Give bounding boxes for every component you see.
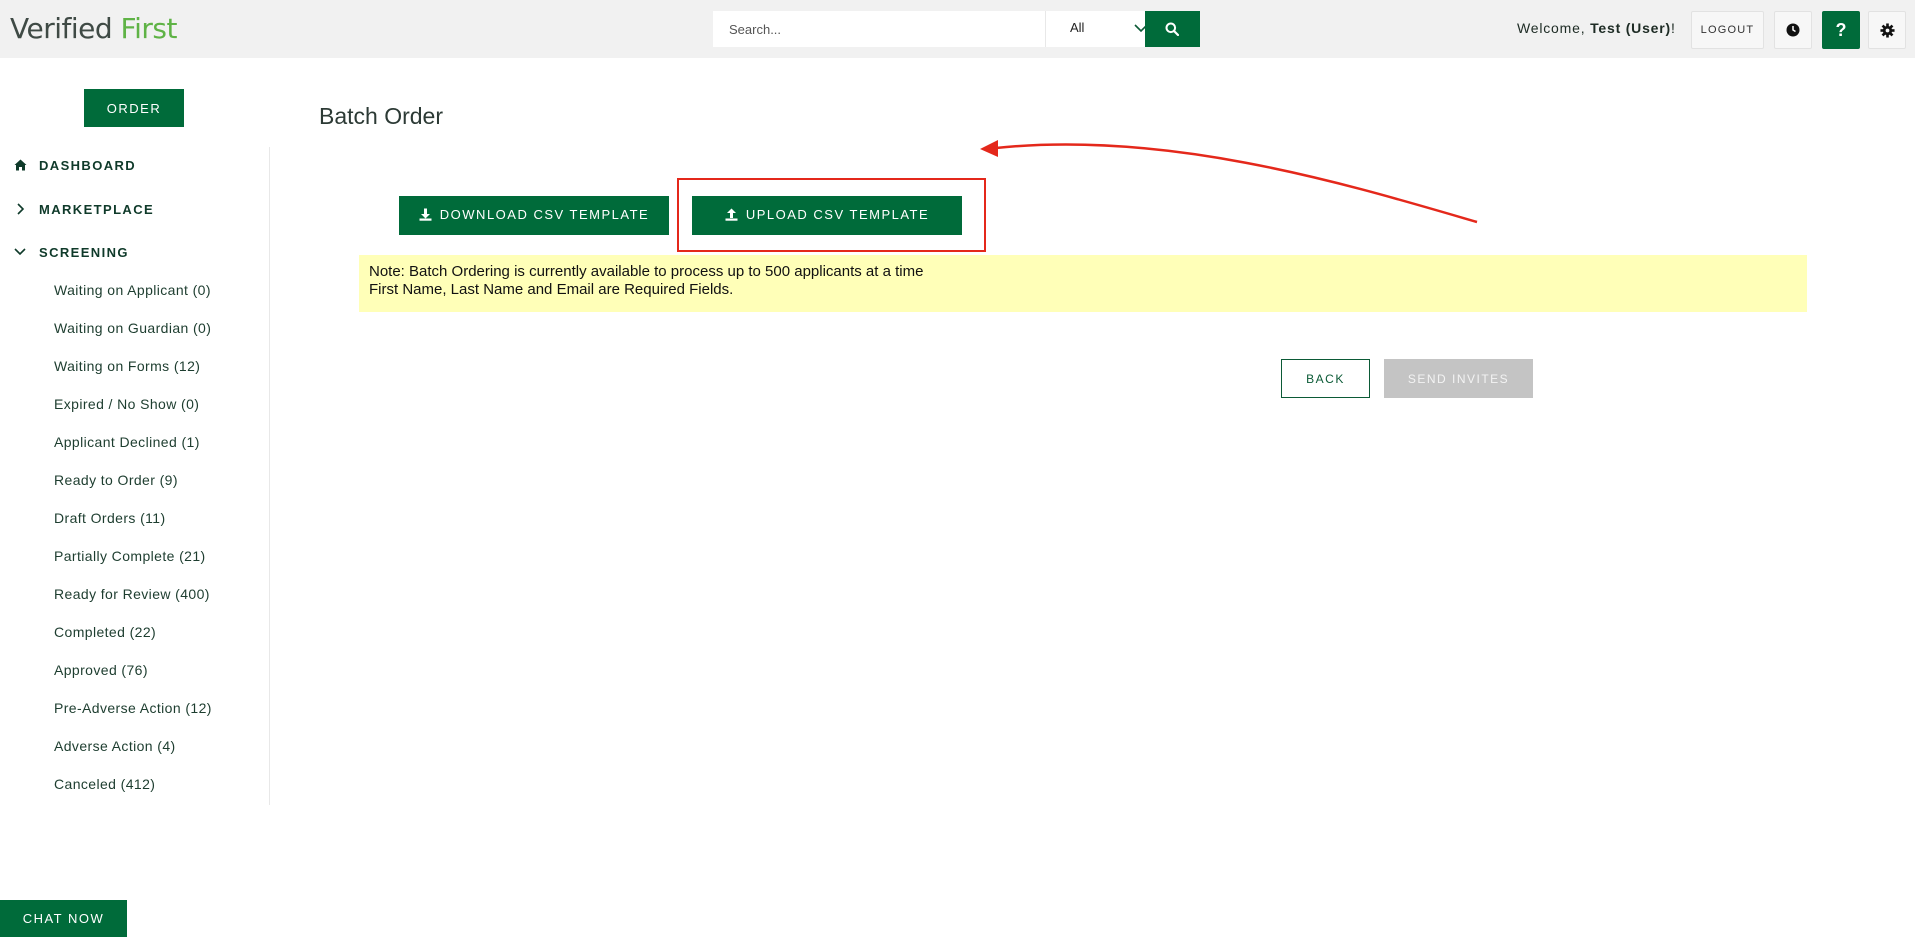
screening-item-waiting-on-forms[interactable]: Waiting on Forms (12): [54, 358, 200, 374]
download-icon: [419, 208, 432, 221]
history-button[interactable]: [1774, 11, 1812, 49]
back-button[interactable]: BACK: [1281, 359, 1370, 398]
screening-item-ready-for-review[interactable]: Ready for Review (400): [54, 586, 210, 602]
screening-item-ready-to-order[interactable]: Ready to Order (9): [54, 472, 178, 488]
screening-item-completed[interactable]: Completed (22): [54, 624, 156, 640]
note-line-required-fields: First Name, Last Name and Email are Requ…: [369, 281, 734, 298]
chevron-down-icon: [14, 248, 26, 256]
clock-icon: [1786, 23, 1800, 37]
search-bar: All: [713, 11, 1200, 47]
send-invites-button[interactable]: SEND INVITES: [1384, 359, 1533, 398]
verified-first-logo[interactable]: Verified First: [10, 12, 177, 45]
annotation-arrow: [980, 140, 1478, 224]
sidebar-divider: [269, 147, 270, 805]
settings-button[interactable]: [1868, 11, 1906, 49]
help-button[interactable]: ?: [1822, 11, 1860, 49]
screening-item-expired-no-show[interactable]: Expired / No Show (0): [54, 396, 199, 412]
chevron-right-icon: [17, 203, 25, 215]
home-icon: [14, 159, 27, 171]
page-title: Batch Order: [319, 103, 443, 129]
screening-item-canceled[interactable]: Canceled (412): [54, 776, 155, 792]
screening-item-applicant-declined[interactable]: Applicant Declined (1): [54, 434, 200, 450]
search-icon: [1165, 22, 1179, 36]
screening-item-pre-adverse-action[interactable]: Pre-Adverse Action (12): [54, 700, 212, 716]
screening-item-draft-orders[interactable]: Draft Orders (11): [54, 510, 166, 526]
gear-icon: [1880, 23, 1895, 38]
welcome-message: Welcome, Test (User)!: [1517, 20, 1676, 36]
screening-item-adverse-action[interactable]: Adverse Action (4): [54, 738, 176, 754]
screening-item-waiting-on-applicant[interactable]: Waiting on Applicant (0): [54, 282, 211, 298]
note-line-limit: Note: Batch Ordering is currently availa…: [369, 263, 924, 280]
order-button[interactable]: ORDER: [84, 89, 184, 127]
search-filter-value: All: [1070, 20, 1085, 35]
search-filter-select[interactable]: All: [1045, 11, 1158, 47]
user-name: Test (User): [1590, 20, 1671, 36]
search-button[interactable]: [1145, 11, 1200, 47]
chat-now-button[interactable]: CHAT NOW: [0, 900, 127, 937]
screening-item-waiting-on-guardian[interactable]: Waiting on Guardian (0): [54, 320, 211, 336]
annotation-highlight-box: [677, 178, 986, 252]
batch-order-note: Note: Batch Ordering is currently availa…: [359, 255, 1807, 312]
top-header: Verified First All Welcome, Test (User)!…: [0, 0, 1915, 58]
search-input[interactable]: [713, 11, 1045, 47]
logout-button[interactable]: LOGOUT: [1691, 11, 1764, 49]
screening-item-approved[interactable]: Approved (76): [54, 662, 148, 678]
download-csv-template-button[interactable]: DOWNLOAD CSV TEMPLATE: [399, 196, 669, 235]
screening-item-partially-complete[interactable]: Partially Complete (21): [54, 548, 206, 564]
question-mark-icon: ?: [1835, 20, 1847, 40]
